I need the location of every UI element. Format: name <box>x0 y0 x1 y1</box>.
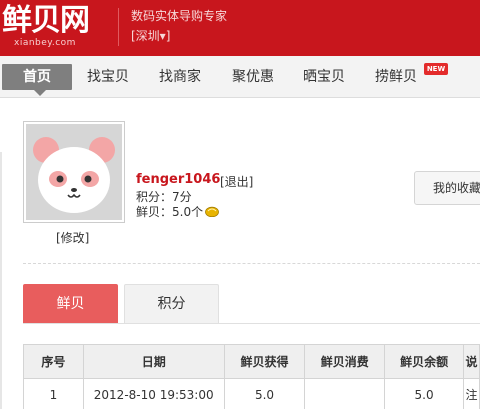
site-tagline: 数码实体导购专家 <box>131 9 228 23</box>
table-cell: 2012-8-10 19:53:00 <box>82 378 225 409</box>
table-cell: 5.0 <box>223 378 306 409</box>
shell-info-text: 鲜贝：5.0个 <box>136 205 204 219</box>
shell-info: 鲜贝：5.0个 <box>136 203 219 220</box>
table-row: 1 2012-8-10 19:53:00 5.0 5.0 注 <box>23 378 480 409</box>
nav-item-deals[interactable]: 聚优惠 <box>225 64 281 90</box>
site-header: 鲜贝网 xianbey.com 数码实体导购专家 [深圳▾] <box>0 0 480 56</box>
panel-left-border <box>0 152 2 409</box>
shell-coin-icon <box>205 206 219 217</box>
column-header: 说 <box>462 344 480 379</box>
column-header: 鲜贝消费 <box>304 344 386 379</box>
section-divider <box>23 263 480 264</box>
nav-item-find-product[interactable]: 找宝贝 <box>80 64 136 90</box>
tab-points[interactable]: 积分 <box>124 284 219 324</box>
nav-active-arrow <box>34 90 46 96</box>
username[interactable]: fenger1046 <box>136 172 220 187</box>
nav-item-find-merchant[interactable]: 找商家 <box>152 64 208 90</box>
logout-link[interactable]: [退出] <box>220 173 253 190</box>
table-header-row: 序号 日期 鲜贝获得 鲜贝消费 鲜贝余额 说 <box>23 344 480 379</box>
main-nav: 首页 找宝贝 找商家 聚优惠 晒宝贝 捞鲜贝 <box>0 56 480 98</box>
nav-item-home[interactable]: 首页 <box>2 64 72 90</box>
my-favorites-button[interactable]: 我的收藏 <box>414 171 480 205</box>
logo-domain: xianbey.com <box>14 38 76 48</box>
logo-text: 鲜贝网 <box>2 3 90 38</box>
column-header: 鲜贝获得 <box>223 344 306 379</box>
tab-shells[interactable]: 鲜贝 <box>23 284 118 324</box>
table-cell: 1 <box>23 378 84 409</box>
edit-avatar-link[interactable]: [修改] <box>56 229 89 246</box>
column-header: 日期 <box>82 344 225 379</box>
site-logo[interactable]: 鲜贝网 xianbey.com <box>2 4 112 52</box>
column-header: 鲜贝余额 <box>384 344 464 379</box>
panda-icon <box>26 124 122 220</box>
nav-item-share[interactable]: 晒宝贝 <box>296 64 352 90</box>
table-cell: 5.0 <box>384 378 464 409</box>
table-cell: 注 <box>462 378 480 409</box>
city-selector[interactable]: [深圳▾] <box>131 27 170 44</box>
column-header: 序号 <box>23 344 84 379</box>
shell-records-table: 序号 日期 鲜贝获得 鲜贝消费 鲜贝余额 说 1 2012-8-10 19:53… <box>23 344 480 409</box>
nav-item-collect[interactable]: 捞鲜贝 <box>368 64 424 90</box>
panda-avatar-image <box>26 124 122 220</box>
tab-underline <box>23 323 480 324</box>
new-badge: NEW <box>424 63 448 75</box>
header-divider <box>118 8 119 46</box>
avatar[interactable] <box>23 121 125 223</box>
table-cell <box>304 378 386 409</box>
